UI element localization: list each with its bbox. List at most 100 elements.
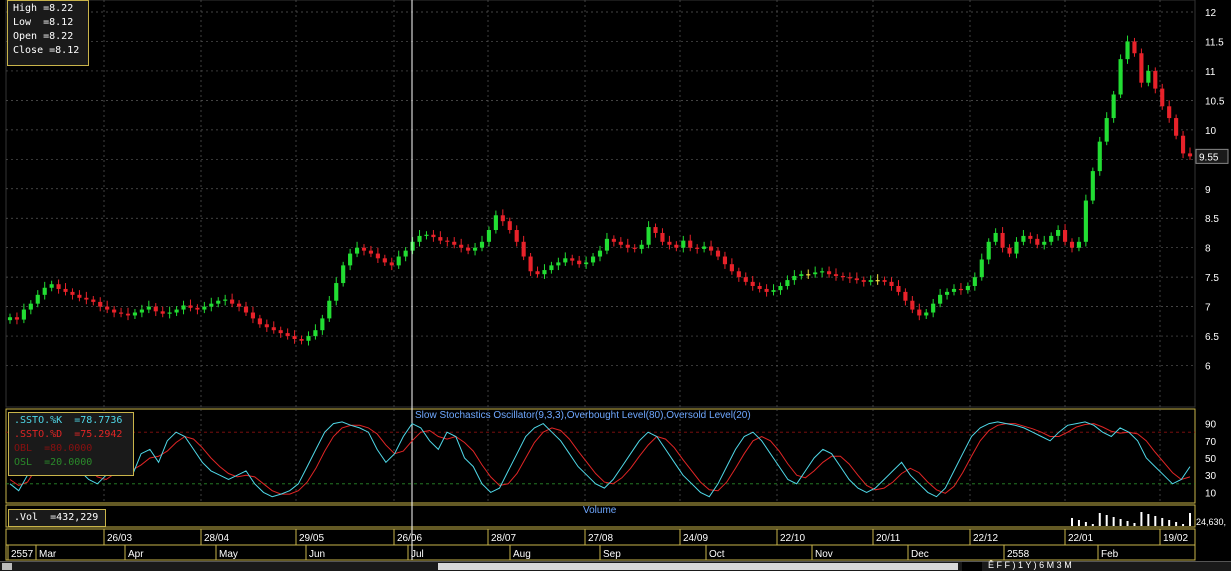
vol-value: =432,229 [50,512,99,523]
candle-body [35,294,40,304]
osl-value: =20.0000 [44,457,93,468]
volume-bar [1112,517,1115,526]
d-label: .SSTO.%D [14,429,63,440]
candle-body [1021,235,1026,242]
price-tick-label: 8.5 [1205,214,1219,225]
candle-body [125,313,131,316]
candle-body [1090,171,1095,201]
candle-body [549,265,554,271]
candle-body [1160,88,1165,107]
candle-body [1187,153,1193,157]
candle-body [445,240,450,242]
candle-body [7,317,13,321]
candle-body [271,327,276,331]
close-label: Close [13,45,44,56]
candle-body [70,291,75,295]
candle-body [702,246,707,249]
candle-body [528,256,533,272]
candle-body [1069,241,1075,248]
candle-body [1000,232,1005,248]
candle-body [466,247,471,251]
candle-body [348,253,353,266]
candle-body [1097,141,1102,172]
candle-body [1083,200,1088,242]
candle-body [1167,106,1172,119]
scroll-thumb[interactable] [438,563,958,570]
month-label: Jul [411,549,424,560]
candle-body [556,262,561,266]
date-label: 26/03 [107,533,132,544]
price-tick-label: 12 [1205,8,1217,19]
candle-body [389,262,394,266]
candle-body [958,288,964,291]
month-label: Mar [39,549,57,560]
candle-body [306,336,311,341]
candle-body [77,294,82,298]
candle-body [1180,135,1186,154]
candle-body [438,237,443,241]
candle-body [903,291,908,301]
candle-body [493,215,498,231]
date-label: 28/04 [204,533,229,544]
candle-body [847,277,852,279]
high-label: High [13,3,38,14]
candle-body [500,215,505,222]
candle-body [667,241,672,245]
stochastic-title: Slow Stochastics Oscillator(9,3,3),Overb… [415,410,751,421]
low-value: =8.12 [43,17,74,28]
candle-body [931,303,936,313]
candle-body [736,271,741,278]
candle-body [410,241,415,251]
candle-body [924,312,929,316]
candle-body [632,247,637,249]
candle-body [584,262,589,265]
month-label: May [219,549,238,560]
candle-body [854,278,859,281]
candle-body [570,258,575,261]
month-label: Feb [1101,549,1119,560]
candle-body [875,280,880,282]
price-tick-label: 9 [1205,185,1211,196]
volume-title: Volume [583,505,617,516]
candle-body [521,241,526,257]
price-panel-frame [5,0,1196,408]
stochastic-tick-label: 50 [1205,454,1217,465]
volume-bar [1091,524,1094,526]
volume-legend: .Vol =432,229 [8,509,106,527]
candle-body [1111,94,1116,119]
stochastic-tick-label: 70 [1205,437,1217,448]
candle-body [431,234,436,238]
price-chart[interactable]: 66.577.588.599.51010.51111.5129.55907050… [0,0,1231,570]
date-label: 22/12 [973,533,998,544]
low-label: Low [13,17,32,28]
candle-body [21,309,26,320]
scroll-left-arrow-icon[interactable] [2,563,12,570]
period-toolbar[interactable]: Ē F F ) 1 Y ) 6 M 3 M [988,560,1072,570]
volume-bar [1133,523,1136,526]
date-label: 20/11 [876,533,901,544]
osl-label: OSL [14,457,33,468]
month-label: 2558 [1007,549,1030,560]
high-value: =8.22 [43,3,74,14]
volume-bar [1168,520,1171,526]
candle-body [188,305,193,308]
candle-body [778,285,783,291]
vol-label: .Vol [14,512,39,523]
candle-body [986,241,991,260]
candle-body [98,301,103,307]
candle-body [1146,70,1151,83]
candle-body [535,271,540,275]
price-tick-label: 11.5 [1205,37,1224,48]
candle-body [49,284,54,288]
candle-body [660,232,665,242]
candle-body [368,250,374,254]
candle-body [452,241,457,245]
candle-body [597,250,603,257]
candle-body [646,227,651,245]
price-tick-label: 7 [1205,303,1211,314]
candle-body [84,297,89,300]
price-tick-label: 6.5 [1205,332,1219,343]
volume-bar [1071,518,1073,526]
candle-body [1028,235,1033,239]
candle-body [889,281,894,286]
